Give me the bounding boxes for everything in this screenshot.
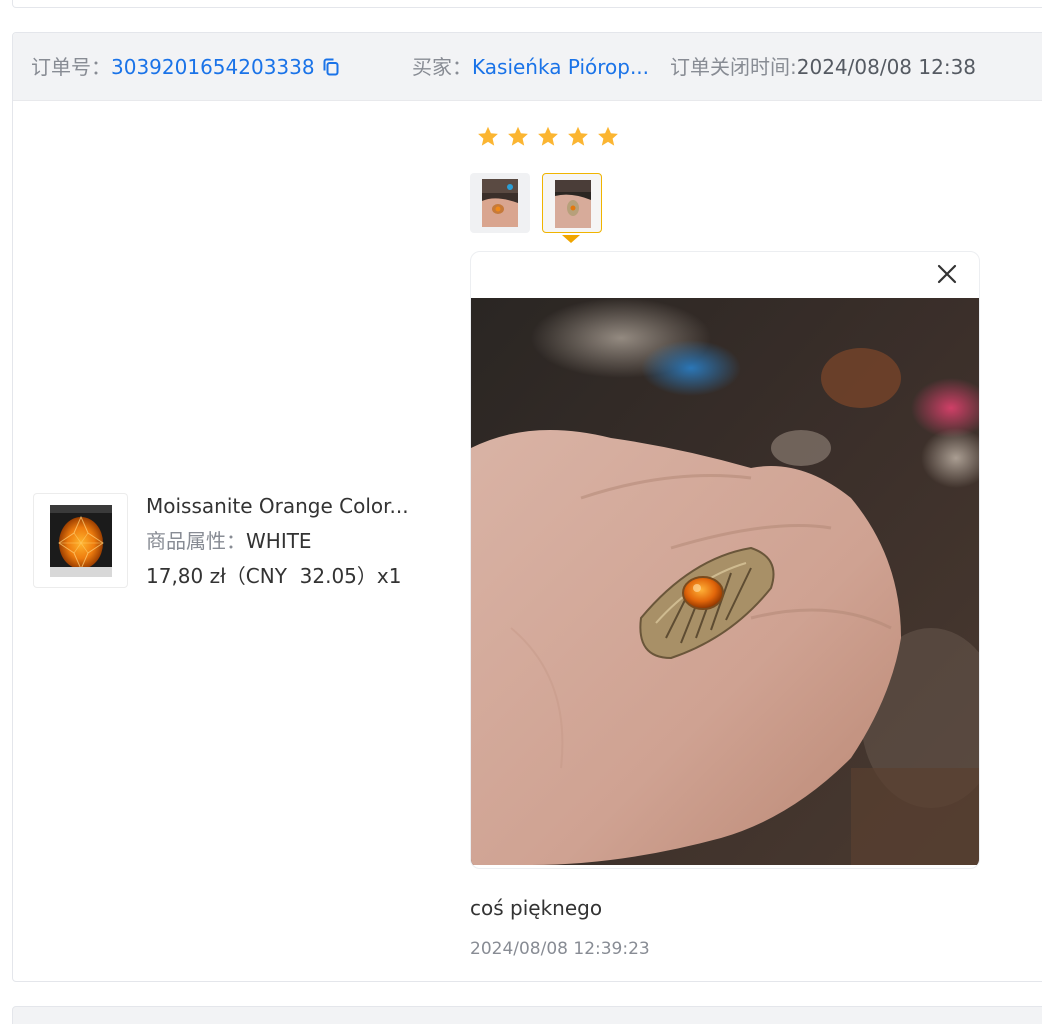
product-attribute-value: WHITE	[246, 529, 312, 553]
order-closed-time-field: 订单关闭时间:2024/08/08 12:38	[670, 55, 976, 79]
copy-icon[interactable]	[321, 57, 341, 82]
review-photo-1	[482, 179, 518, 227]
review-photo-thumbnail-1[interactable]	[470, 173, 530, 233]
product-name[interactable]: Moissanite Orange Color...	[146, 493, 426, 519]
order-number-field: 订单号：3039201654203338	[31, 55, 341, 82]
buyer-name-link[interactable]: Kasieńka Piórop...	[472, 55, 649, 79]
rating-stars	[476, 125, 620, 149]
previous-order-card	[12, 0, 1042, 8]
review-photo-thumbnail-2[interactable]	[542, 173, 602, 233]
selected-thumbnail-caret	[562, 235, 580, 243]
product-price: 17,80 zł（CNY 32.05）x1	[146, 564, 402, 588]
star-icon	[568, 126, 588, 146]
order-number-link[interactable]: 3039201654203338	[111, 55, 315, 79]
buyer-field: 买家：Kasieńka Piórop...	[412, 55, 649, 79]
order-closed-time: 2024/08/08 12:38	[796, 55, 977, 79]
close-icon[interactable]	[935, 262, 959, 286]
review-photo-large	[471, 298, 979, 865]
star-icon	[478, 126, 498, 146]
product-attribute: 商品属性：WHITE	[146, 528, 312, 554]
next-order-card	[12, 1006, 1042, 1024]
product-image	[50, 505, 112, 577]
star-icon	[538, 126, 558, 146]
product-thumbnail[interactable]	[33, 493, 128, 588]
order-card: 订单号：3039201654203338 买家：Kasieńka Piórop.…	[12, 32, 1042, 982]
review-photo-preview	[470, 251, 980, 869]
star-icon	[508, 126, 528, 146]
product-attribute-label: 商品属性：	[146, 529, 246, 553]
buyer-label: 买家：	[412, 55, 472, 79]
star-icon	[598, 126, 618, 146]
review-time: 2024/08/08 12:39:23	[470, 939, 650, 959]
order-closed-label: 订单关闭时间:	[670, 55, 797, 79]
order-number-label: 订单号：	[31, 55, 111, 79]
review-text: coś pięknego	[470, 896, 603, 920]
review-photo-2	[555, 180, 591, 228]
order-header: 订单号：3039201654203338 买家：Kasieńka Piórop.…	[13, 33, 1042, 101]
